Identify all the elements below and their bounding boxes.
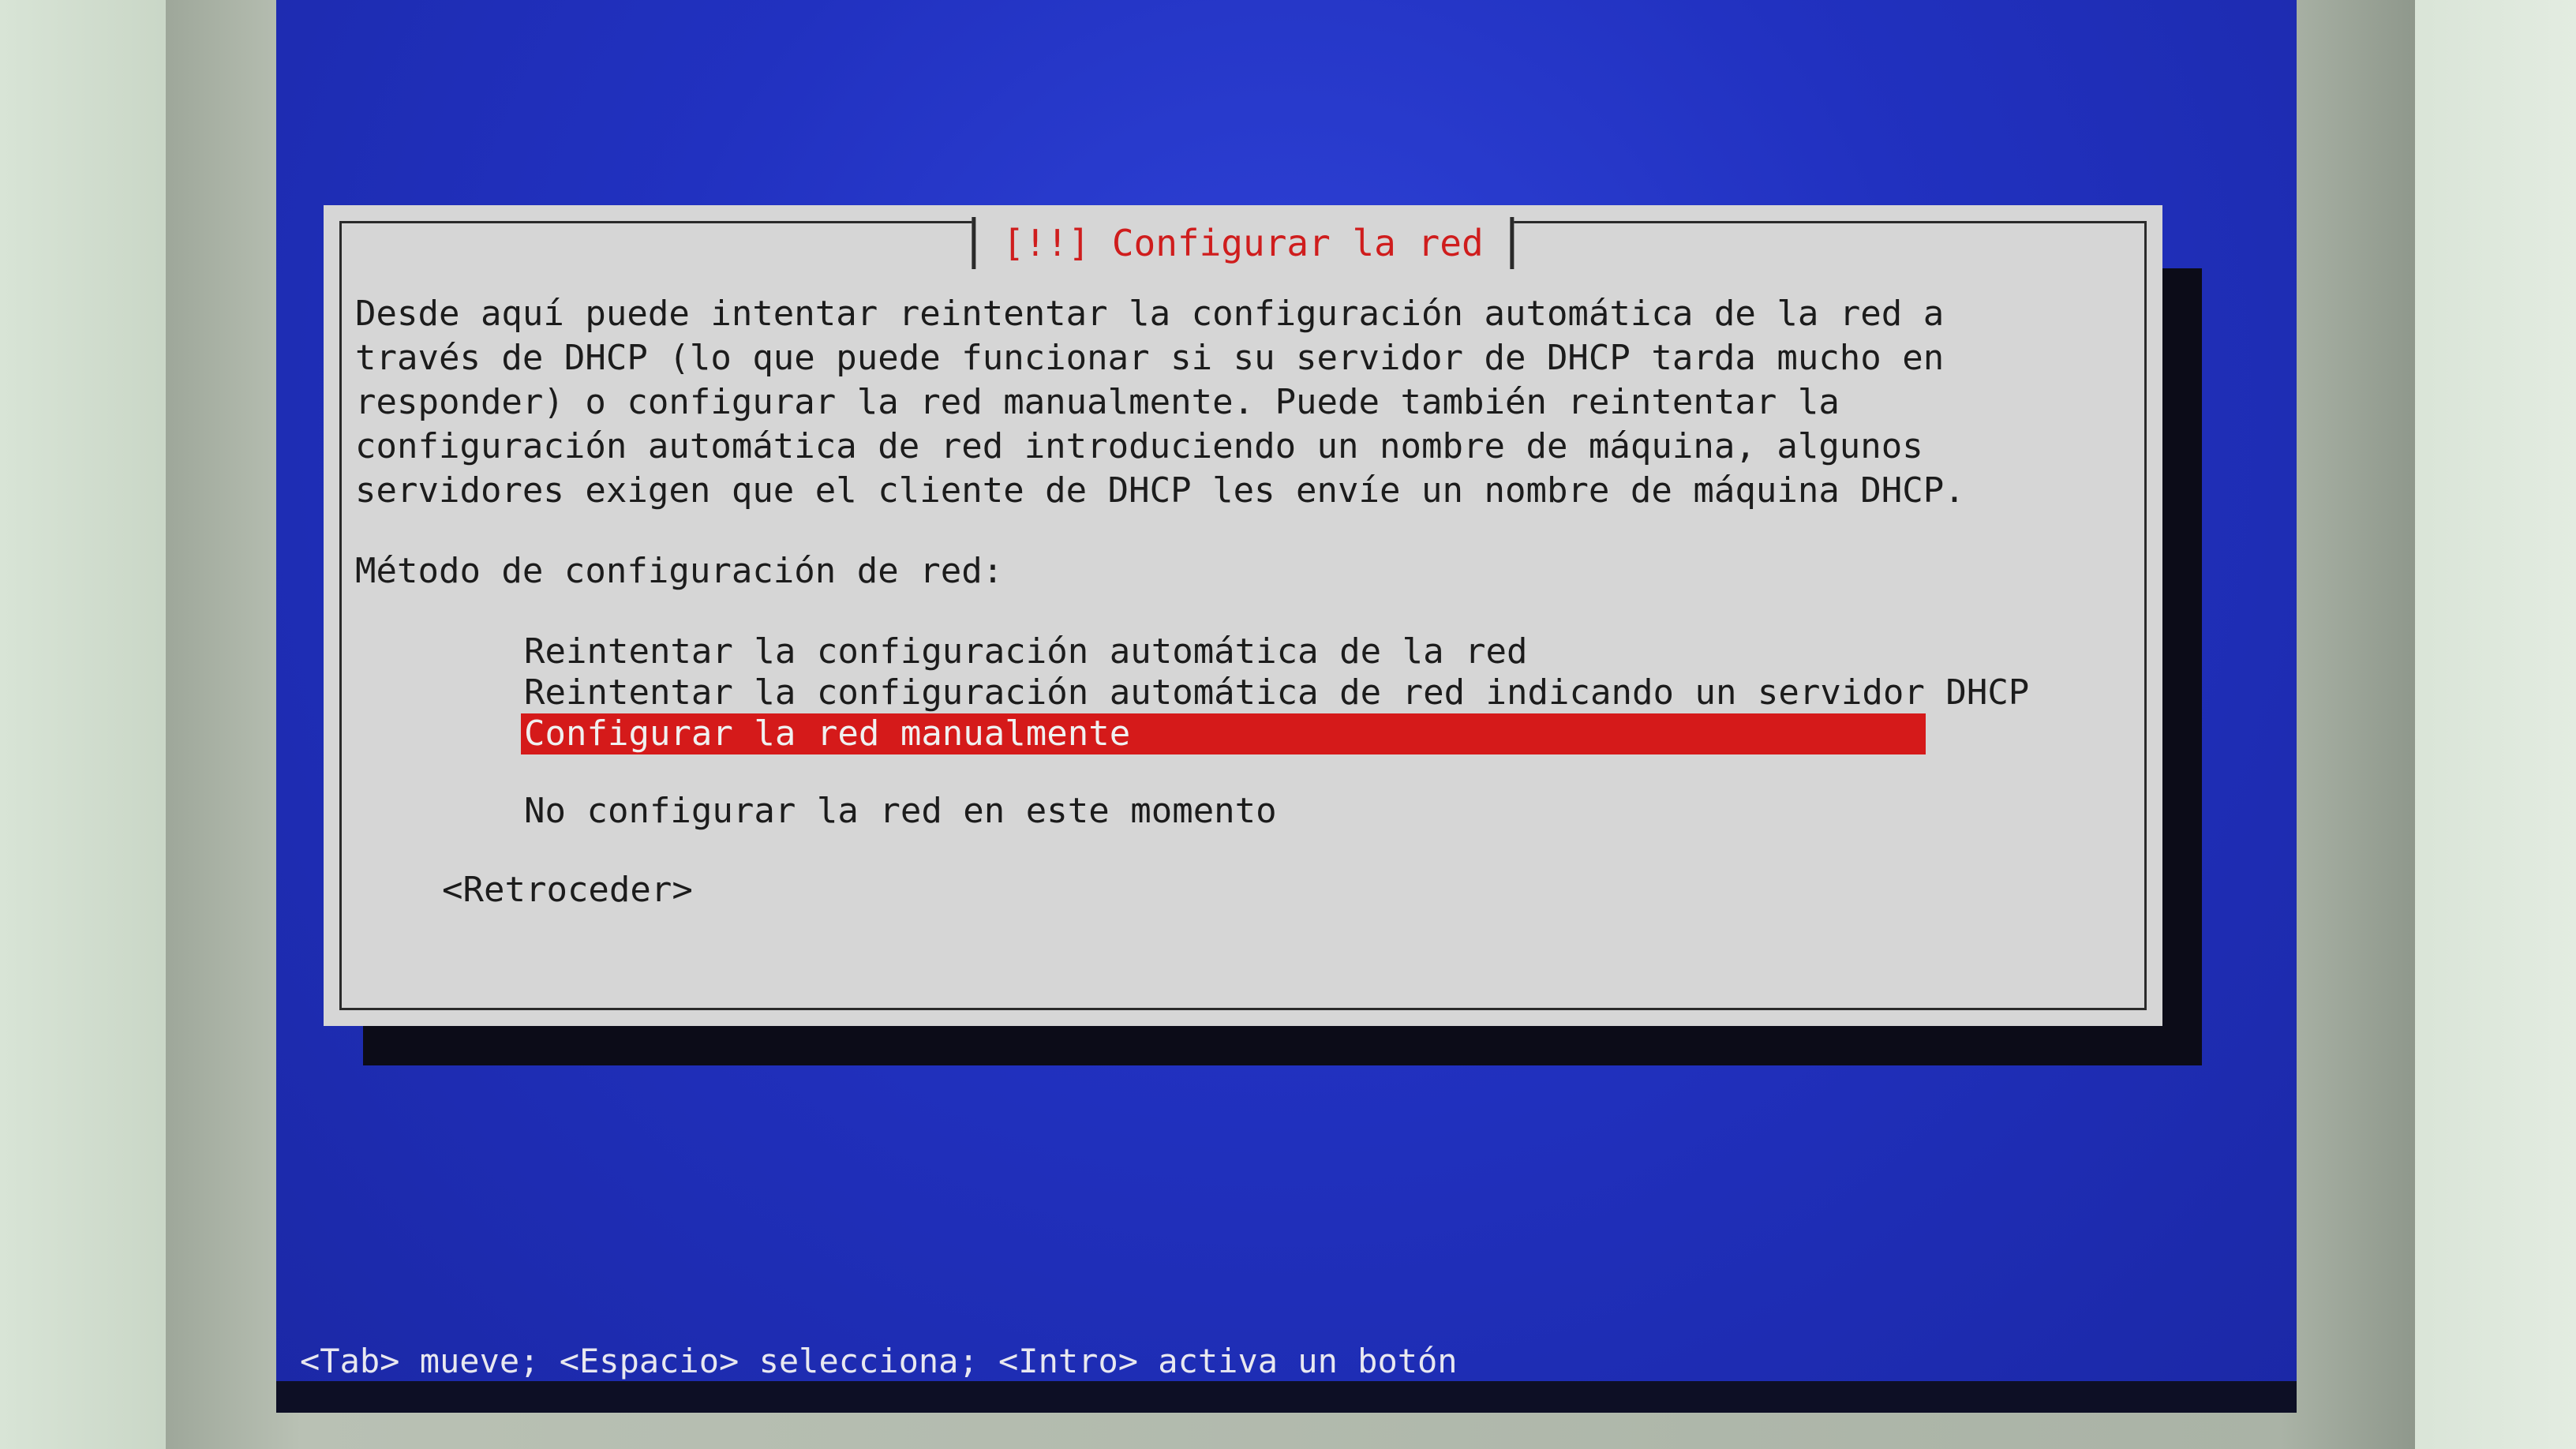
option-do-not-configure[interactable]: No configurar la red en este momento bbox=[521, 791, 1926, 832]
option-retry-auto-config[interactable]: Reintentar la configuración automática d… bbox=[521, 631, 1926, 672]
dialog-title: [!!] Configurar la red bbox=[972, 217, 1515, 269]
method-label: Método de configuración de red: bbox=[355, 551, 1004, 591]
method-options-list: Reintentar la configuración automática d… bbox=[521, 631, 2029, 832]
option-retry-with-dhcp-hostname[interactable]: Reintentar la configuración automática d… bbox=[521, 672, 2029, 713]
background-wall-left bbox=[0, 0, 174, 1449]
back-button[interactable]: <Retroceder> bbox=[442, 868, 693, 912]
option-configure-manually[interactable]: Configurar la red manualmente bbox=[521, 713, 1926, 754]
dialog-description: Desde aquí puede intentar reintentar la … bbox=[355, 294, 1965, 511]
installer-screen: [!!] Configurar la red Desde aquí puede … bbox=[276, 0, 2297, 1413]
configure-network-dialog: [!!] Configurar la red Desde aquí puede … bbox=[324, 205, 2162, 1026]
keyboard-help-line: <Tab> mueve; <Espacio> selecciona; <Intr… bbox=[300, 1342, 1458, 1380]
screen-bottom-edge bbox=[276, 1381, 2297, 1413]
dialog-body: Desde aquí puede intentar reintentar la … bbox=[355, 292, 2091, 912]
